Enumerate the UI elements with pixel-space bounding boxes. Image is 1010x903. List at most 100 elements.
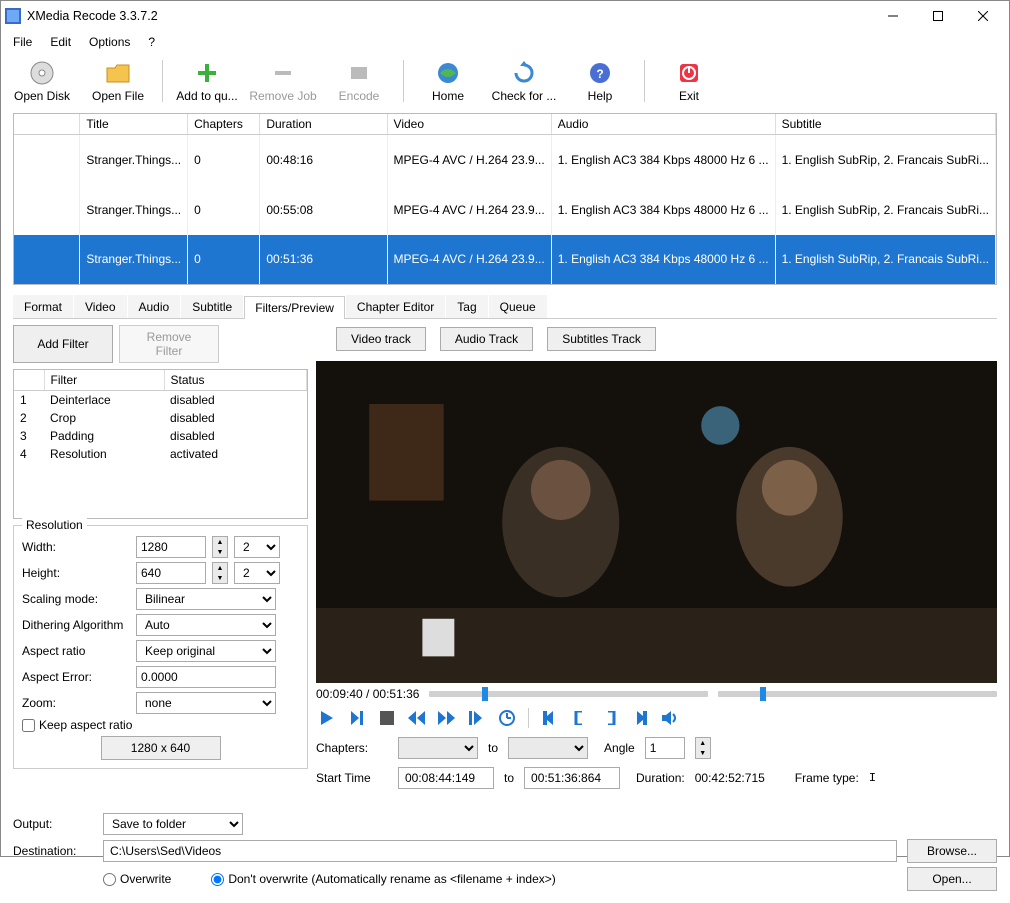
fastfwd-button[interactable]: [436, 707, 458, 729]
browse-button[interactable]: Browse...: [907, 839, 997, 863]
col-status[interactable]: Status: [164, 370, 307, 391]
table-row[interactable]: Stranger.Things...000:51:36MPEG-4 AVC / …: [14, 235, 996, 284]
tab-video[interactable]: Video: [74, 295, 126, 318]
help-button[interactable]: ?Help: [565, 55, 635, 107]
col-video[interactable]: Video: [387, 114, 551, 135]
table-row[interactable]: 2Cropdisabled: [14, 409, 307, 427]
rewind-button[interactable]: [406, 707, 428, 729]
width-input[interactable]: [136, 536, 206, 558]
audio-track-button[interactable]: Audio Track: [440, 327, 533, 351]
chapter-to-select[interactable]: [508, 737, 588, 759]
file-list-table[interactable]: Title Chapters Duration Video Audio Subt…: [14, 114, 996, 284]
height-step-select[interactable]: 2: [234, 562, 280, 584]
app-icon: [5, 8, 21, 24]
angle-input[interactable]: [645, 737, 685, 759]
duration-value: 00:42:52:715: [695, 771, 765, 785]
width-spinner[interactable]: ▲▼: [212, 536, 228, 558]
start-time-input[interactable]: [398, 767, 494, 789]
clock-icon[interactable]: [496, 707, 518, 729]
overwrite-radio[interactable]: Overwrite: [103, 872, 171, 886]
height-input[interactable]: [136, 562, 206, 584]
table-row[interactable]: 1Deinterlacedisabled: [14, 391, 307, 410]
maximize-button[interactable]: [915, 1, 960, 31]
next-frame-button[interactable]: [346, 707, 368, 729]
chapters-label: Chapters:: [316, 741, 388, 755]
remove-filter-button[interactable]: Remove Filter: [119, 325, 219, 363]
video-track-button[interactable]: Video track: [336, 327, 426, 351]
zoom-select[interactable]: none: [136, 692, 276, 714]
mark-out-button[interactable]: [629, 707, 651, 729]
close-button[interactable]: [960, 1, 1005, 31]
tab-subtitle[interactable]: Subtitle: [181, 295, 243, 318]
globe-icon: [434, 59, 462, 87]
output-select[interactable]: Save to folder: [103, 813, 243, 835]
encode-icon: [345, 59, 373, 87]
aspect-select[interactable]: Keep original: [136, 640, 276, 662]
error-input[interactable]: [136, 666, 276, 688]
timeline: 00:09:40 / 00:51:36: [316, 687, 997, 701]
dont-overwrite-radio[interactable]: Don't overwrite (Automatically rename as…: [211, 872, 555, 886]
filter-table[interactable]: Filter Status 1Deinterlacedisabled2Cropd…: [14, 370, 307, 463]
menu-options[interactable]: Options: [81, 33, 138, 51]
stop-button[interactable]: [376, 707, 398, 729]
col-chapters[interactable]: Chapters: [188, 114, 260, 135]
remove-job-button[interactable]: Remove Job: [248, 55, 318, 107]
tab-tag[interactable]: Tag: [446, 295, 487, 318]
open-button[interactable]: Open...: [907, 867, 997, 891]
col-duration[interactable]: Duration: [260, 114, 387, 135]
tab-format[interactable]: Format: [13, 295, 73, 318]
open-disk-button[interactable]: Open Disk: [7, 55, 77, 107]
subtitles-track-button[interactable]: Subtitles Track: [547, 327, 656, 351]
to-label: to: [488, 741, 498, 755]
destination-input[interactable]: [103, 840, 897, 862]
menu-file[interactable]: File: [5, 33, 40, 51]
col-subtitle[interactable]: Subtitle: [775, 114, 995, 135]
bracket-left-icon[interactable]: [569, 707, 591, 729]
scaling-select[interactable]: Bilinear: [136, 588, 276, 610]
menu-help[interactable]: ?: [140, 33, 163, 51]
col-audio[interactable]: Audio: [551, 114, 775, 135]
tab-queue[interactable]: Queue: [489, 295, 547, 318]
add-filter-button[interactable]: Add Filter: [13, 325, 113, 363]
encode-button[interactable]: Encode: [324, 55, 394, 107]
output-label: Output:: [13, 817, 93, 831]
play-button[interactable]: [316, 707, 338, 729]
start-time-label: Start Time: [316, 771, 388, 785]
speaker-icon[interactable]: [659, 707, 681, 729]
tab-chapter-editor[interactable]: Chapter Editor: [346, 295, 445, 318]
height-spinner[interactable]: ▲▼: [212, 562, 228, 584]
col-title[interactable]: Title: [80, 114, 188, 135]
separator: [403, 60, 404, 102]
width-step-select[interactable]: 2: [234, 536, 280, 558]
window-title: XMedia Recode 3.3.7.2: [27, 9, 870, 23]
mark-in-button[interactable]: [539, 707, 561, 729]
table-row[interactable]: 3Paddingdisabled: [14, 427, 307, 445]
chapter-from-select[interactable]: [398, 737, 478, 759]
resolution-legend: Resolution: [22, 518, 87, 532]
table-row[interactable]: Stranger.Things...000:48:16MPEG-4 AVC / …: [14, 135, 996, 186]
add-to-queue-button[interactable]: Add to qu...: [172, 55, 242, 107]
end-time-input[interactable]: [524, 767, 620, 789]
dims-button[interactable]: 1280 x 640: [101, 736, 221, 760]
col-filter[interactable]: Filter: [44, 370, 164, 391]
dither-select[interactable]: Auto: [136, 614, 276, 636]
tab-filters-preview[interactable]: Filters/Preview: [244, 296, 345, 319]
menu-edit[interactable]: Edit: [42, 33, 79, 51]
check-updates-button[interactable]: Check for ...: [489, 55, 559, 107]
table-row[interactable]: 4Resolutionactivated: [14, 445, 307, 463]
minimize-button[interactable]: [870, 1, 915, 31]
tab-audio[interactable]: Audio: [128, 295, 181, 318]
exit-button[interactable]: Exit: [654, 55, 724, 107]
angle-spinner[interactable]: ▲▼: [695, 737, 711, 759]
keep-aspect-checkbox[interactable]: [22, 719, 35, 732]
home-button[interactable]: Home: [413, 55, 483, 107]
height-label: Height:: [22, 566, 130, 580]
seek-slider[interactable]: [429, 691, 708, 697]
table-row[interactable]: Stranger.Things...000:55:08MPEG-4 AVC / …: [14, 185, 996, 234]
col-blank[interactable]: [14, 114, 80, 135]
step-fwd-button[interactable]: [466, 707, 488, 729]
volume-slider[interactable]: [718, 691, 997, 697]
open-file-button[interactable]: Open File: [83, 55, 153, 107]
col-idx[interactable]: [14, 370, 44, 391]
bracket-right-icon[interactable]: [599, 707, 621, 729]
